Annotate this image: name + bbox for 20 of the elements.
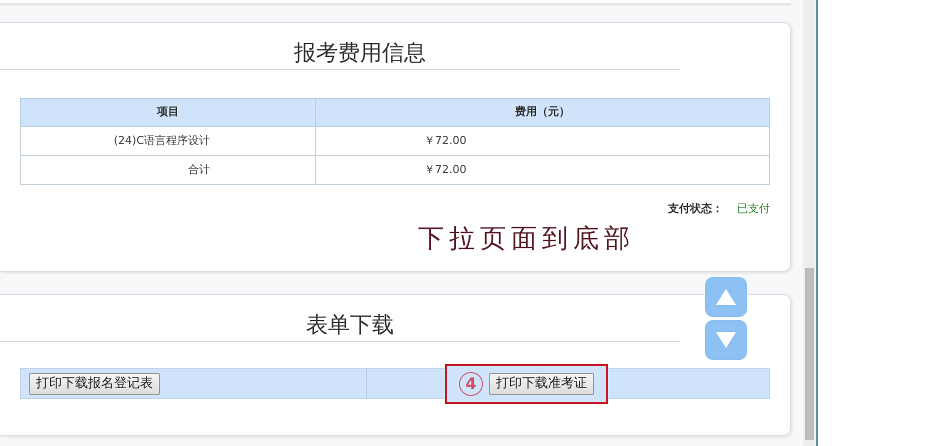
scrollbar[interactable] (803, 0, 818, 446)
scrollbar-thumb[interactable] (805, 268, 814, 440)
payment-status-label: 支付状态： (668, 201, 723, 217)
scroll-down-button[interactable] (705, 320, 747, 360)
table-cell: ￥72.00 (316, 126, 770, 156)
table-cell: 合计 (20, 156, 316, 184)
up-triangle-icon (715, 288, 737, 306)
section-title: 报考费用信息 (0, 23, 680, 70)
print-button[interactable]: 打印下载报名登记表 (29, 372, 160, 394)
table-cell: ￥72.00 (316, 156, 770, 184)
table-cell: (24)C语言程序设计 (20, 126, 316, 156)
scroll-up-button[interactable] (705, 277, 747, 317)
down-triangle-icon (715, 331, 737, 349)
section-title: 表单下载 (0, 295, 680, 342)
column-header: 项目 (20, 98, 316, 126)
step-number: 4 (459, 372, 483, 396)
column-header: 费用（元） (316, 98, 770, 126)
annotation-text: 下拉页面到底部 (418, 226, 636, 252)
print-button[interactable]: 打印下载准考证 (489, 372, 594, 394)
payment-status-value: 已支付 (737, 201, 770, 217)
